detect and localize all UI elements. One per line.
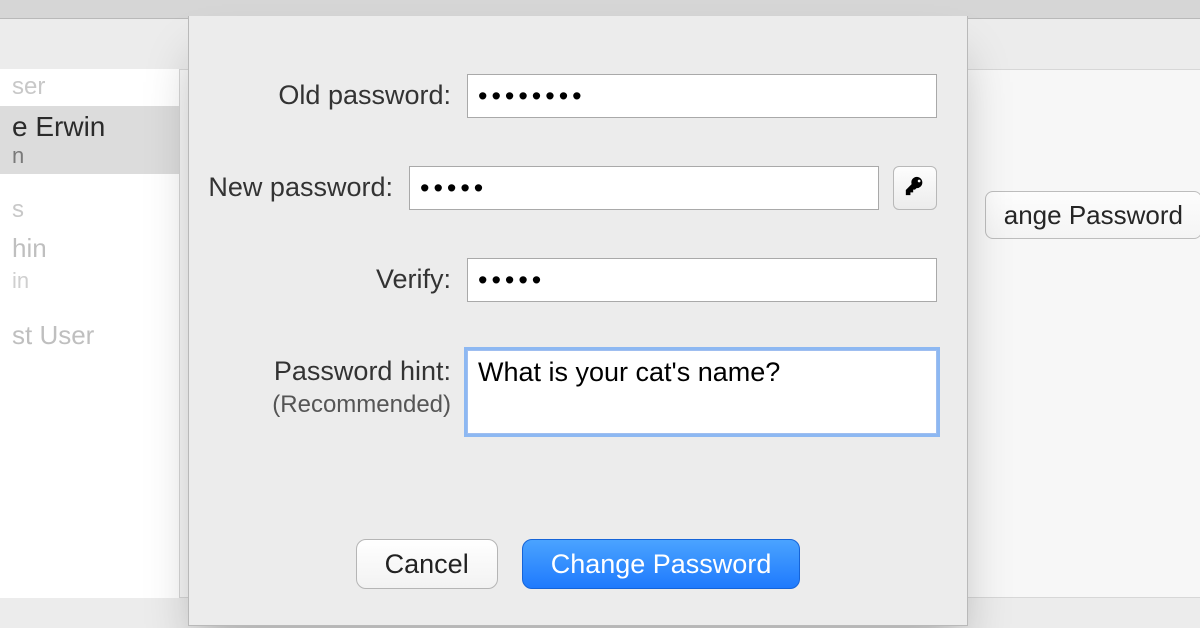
new-password-label: New password: xyxy=(208,172,393,202)
key-icon xyxy=(904,175,926,202)
sheet-buttons: Cancel Change Password xyxy=(189,539,967,589)
sidebar-item-sublabel: n xyxy=(12,143,171,169)
sidebar-item-sublabel: in xyxy=(0,268,179,298)
sidebar-item-selected[interactable]: e Erwin n xyxy=(0,106,179,174)
change-password-button-background[interactable]: ange Password xyxy=(985,191,1200,239)
change-password-form: Old password: New password: Verify: xyxy=(189,74,967,434)
users-sidebar: ser e Erwin n s hin in st User xyxy=(0,69,180,598)
row-verify: Verify: xyxy=(189,258,937,302)
hint-label: Password hint: xyxy=(274,356,451,386)
sidebar-item[interactable]: s xyxy=(0,192,179,229)
hint-field[interactable] xyxy=(467,350,937,434)
row-new-password: New password: xyxy=(189,166,937,210)
new-password-field[interactable] xyxy=(409,166,879,210)
cancel-button[interactable]: Cancel xyxy=(356,539,498,589)
hint-sublabel: (Recommended) xyxy=(189,391,451,419)
sidebar-item-label: e Erwin xyxy=(12,110,171,144)
sidebar-item[interactable]: ser xyxy=(0,69,179,106)
row-old-password: Old password: xyxy=(189,74,937,118)
old-password-field[interactable] xyxy=(467,74,937,118)
change-password-sheet: Old password: New password: Verify: xyxy=(188,16,968,626)
password-assistant-button[interactable] xyxy=(893,166,937,210)
change-password-button[interactable]: Change Password xyxy=(522,539,801,589)
row-hint: Password hint: (Recommended) xyxy=(189,350,937,434)
sidebar-item[interactable]: hin xyxy=(0,229,179,268)
old-password-label: Old password: xyxy=(278,80,451,110)
verify-label: Verify: xyxy=(376,264,451,294)
verify-field[interactable] xyxy=(467,258,937,302)
sidebar-item[interactable]: st User xyxy=(0,316,179,355)
